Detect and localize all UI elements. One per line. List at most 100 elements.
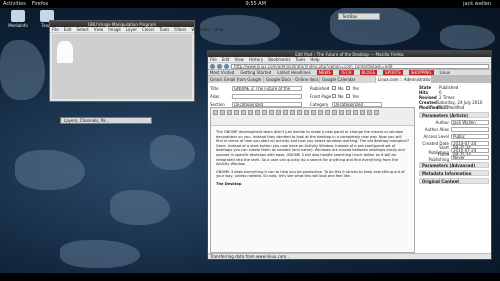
tab-gmail[interactable]: Gmail: Email from Google <box>208 76 263 83</box>
reload-icon[interactable] <box>224 63 229 69</box>
find-icon[interactable] <box>360 110 365 115</box>
forward-icon[interactable] <box>217 63 222 69</box>
ff-menu-bookmarks[interactable]: Bookmarks <box>268 57 290 62</box>
gimp-menu-view[interactable]: View <box>94 27 104 32</box>
firefox-title: Edit Post ‹ The Future of the Desktop — … <box>295 51 404 57</box>
gimp-menu-colors[interactable]: Colors <box>142 27 155 32</box>
gimp-titlebar[interactable]: GNU Image Manipulation Program <box>50 21 194 27</box>
ff-menu-tools[interactable]: Tools <box>296 57 306 62</box>
alias-input[interactable] <box>232 93 302 99</box>
indent-icon[interactable] <box>290 110 295 115</box>
section-select[interactable]: Uncategorized <box>232 101 302 107</box>
gimp-menu-help[interactable]: Help <box>214 27 223 32</box>
title-input[interactable]: GNOME 3: The Future of the desktop <box>232 85 302 91</box>
gimp-menu-layer[interactable]: Layer <box>126 27 137 32</box>
font-color-icon[interactable] <box>367 110 372 115</box>
bullet-list-icon[interactable] <box>269 110 274 115</box>
tab-linux-admin[interactable]: Linux.com :: Administration <box>376 76 431 83</box>
gimp-menu-edit[interactable]: Edit <box>64 27 72 32</box>
ff-menu-edit[interactable]: Edit <box>222 57 230 62</box>
original-content-header[interactable]: Original Content <box>419 178 489 184</box>
ff-menu-history[interactable]: History <box>249 57 263 62</box>
back-icon[interactable] <box>210 63 215 69</box>
gimp-menu-filters[interactable]: Filters <box>174 27 186 32</box>
access-level-select[interactable]: Public <box>451 133 489 139</box>
bookmark-item[interactable]: SHOPPING <box>408 70 434 75</box>
bookmark-item[interactable]: NEWS <box>316 70 333 75</box>
gimp-menu-tools[interactable]: Tools <box>160 27 170 32</box>
wallpaper-rock <box>200 15 280 45</box>
strikethrough-icon[interactable] <box>234 110 239 115</box>
paste-icon[interactable] <box>353 110 358 115</box>
numbered-list-icon[interactable] <box>276 110 281 115</box>
editor-paragraph: GNOME 3 does everything it can to help y… <box>216 169 405 179</box>
unlink-icon[interactable] <box>318 110 323 115</box>
redo-icon[interactable] <box>304 110 309 115</box>
justify-icon[interactable] <box>262 110 267 115</box>
ff-menu-view[interactable]: View <box>234 57 244 62</box>
editor-heading: The Desktop <box>216 181 242 186</box>
bookmark-item[interactable]: BLOGS <box>359 70 378 75</box>
gimp-menu-image[interactable]: Image <box>108 27 121 32</box>
finish-publishing-input[interactable]: Never <box>451 154 489 160</box>
gimp-window[interactable]: GNU Image Manipulation Program File Edit… <box>49 20 223 102</box>
start-publishing-input[interactable]: 2010-07-24 09:35:34 <box>451 147 489 156</box>
outdent-icon[interactable] <box>283 110 288 115</box>
ff-menu-help[interactable]: Help <box>310 57 319 62</box>
bookmark-item[interactable]: TECH <box>338 70 354 75</box>
params-advanced-header[interactable]: Parameters (Advanced) <box>419 162 489 168</box>
tab-google-calendar[interactable]: Google Calendar <box>320 76 375 83</box>
published-yes-radio[interactable] <box>346 86 351 90</box>
gimp-canvas[interactable] <box>52 34 192 99</box>
wallpaper-rock <box>330 5 420 45</box>
category-select[interactable]: Uncategorized <box>332 101 382 107</box>
bookmark-item[interactable]: SPORTS <box>383 70 403 75</box>
cut-icon[interactable] <box>339 110 344 115</box>
clock[interactable]: 9:55 AM <box>245 1 266 7</box>
desktop-icon[interactable]: MediaInfo <box>3 10 33 28</box>
align-center-icon[interactable] <box>248 110 253 115</box>
link-icon[interactable] <box>311 110 316 115</box>
copy-icon[interactable] <box>346 110 351 115</box>
bookmark-item[interactable]: Latest Headlines <box>277 70 310 75</box>
bold-icon[interactable] <box>213 110 218 115</box>
activities-button[interactable]: Activities <box>3 1 26 7</box>
author-alias-input[interactable] <box>451 126 489 132</box>
created-date-input[interactable]: 2010-07-24 09:35:34 <box>451 140 489 149</box>
url-bar[interactable]: http://www.linux.com/administrator/index… <box>231 63 489 69</box>
firefox-window[interactable]: Edit Post ‹ The Future of the Desktop — … <box>207 50 492 260</box>
status-bar: Transferring data from www.linux.com... <box>208 253 491 259</box>
italic-icon[interactable] <box>220 110 225 115</box>
align-left-icon[interactable] <box>241 110 246 115</box>
ff-menu-file[interactable]: File <box>210 57 217 62</box>
published-no-radio[interactable] <box>332 86 336 90</box>
align-right-icon[interactable] <box>255 110 260 115</box>
published-label: Published <box>310 85 330 91</box>
section-label: Section <box>210 101 225 107</box>
author-select[interactable]: Jack Wallen <box>451 119 489 125</box>
html-source-icon[interactable] <box>374 110 379 115</box>
rich-text-editor[interactable]: The GNOME development team didn't just d… <box>210 107 415 253</box>
params-article-header[interactable]: Parameters (Article) <box>419 112 489 118</box>
testbox-button[interactable]: TestBox <box>338 13 380 20</box>
metadata-header[interactable]: Metadata Information <box>419 170 489 176</box>
layers-dialog[interactable]: Layers, Channels, Pa... <box>60 117 152 124</box>
image-icon[interactable] <box>325 110 330 115</box>
app-menu[interactable]: Firefox <box>32 1 49 7</box>
bookmark-item[interactable]: Getting Started <box>240 70 271 75</box>
gimp-menu-windows[interactable]: Windows <box>191 27 209 32</box>
frontpage-yes-radio[interactable] <box>346 94 351 98</box>
user-menu[interactable]: jack wallen <box>463 1 491 7</box>
undo-icon[interactable] <box>297 110 302 115</box>
gimp-menubar: File Edit Select View Image Layer Colors… <box>50 27 223 33</box>
underline-icon[interactable] <box>227 110 232 115</box>
gimp-menu-select[interactable]: Select <box>76 27 88 32</box>
gimp-title: GNU Image Manipulation Program <box>87 21 157 27</box>
table-icon[interactable] <box>332 110 337 115</box>
bookmark-item[interactable]: Linux <box>440 70 451 75</box>
gimp-menu-file[interactable]: File <box>52 27 59 32</box>
frontpage-no-radio[interactable] <box>332 94 336 98</box>
tab-google-docs[interactable]: Google Docs - Online docs <box>264 76 319 83</box>
editor-body[interactable]: The GNOME development team didn't just d… <box>211 126 414 194</box>
bookmark-item[interactable]: Most Visited <box>210 70 234 75</box>
